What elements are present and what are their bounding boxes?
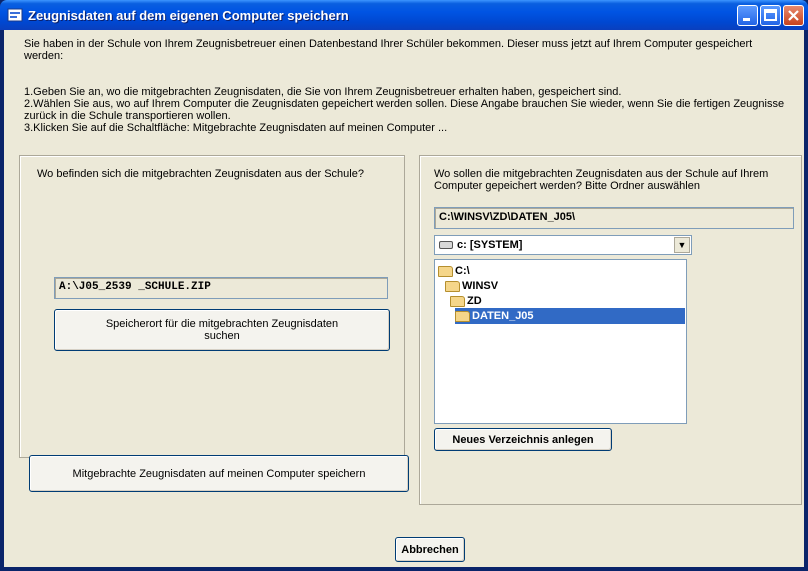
new-folder-label: Neues Verzeichnis anlegen: [452, 433, 594, 446]
folder-open-icon: [438, 265, 453, 277]
maximize-icon: [764, 9, 777, 21]
browse-source-button[interactable]: Speicherort für die mitgebrachten Zeugni…: [54, 309, 390, 351]
tree-item-label: C:\: [455, 265, 470, 277]
folder-open-icon: [450, 295, 465, 307]
new-folder-button[interactable]: Neues Verzeichnis anlegen: [434, 428, 612, 451]
title-bar[interactable]: Zeugnisdaten auf dem eigenen Computer sp…: [0, 0, 808, 30]
tree-item-zd[interactable]: ZD: [450, 293, 482, 309]
target-path-field[interactable]: C:\WINSV\ZD\DATEN_J05\: [434, 207, 794, 229]
step-3: 3.Klicken Sie auf die Schaltfläche: Mitg…: [24, 122, 448, 134]
tree-item-label: WINSV: [462, 280, 499, 292]
minimize-icon: [743, 18, 750, 21]
drive-icon: [439, 241, 453, 249]
tree-item-label: DATEN_J05: [472, 310, 534, 322]
drive-select[interactable]: c: [SYSTEM] ▼: [434, 235, 692, 255]
maximize-button[interactable]: [760, 5, 781, 26]
step-2: 2.Wählen Sie aus, wo auf Ihrem Computer …: [24, 98, 785, 122]
source-path-field[interactable]: A:\J05_2539 _SCHULE.ZIP: [54, 277, 388, 299]
folder-open-icon: [445, 280, 460, 292]
tree-item-label: ZD: [467, 295, 482, 307]
tree-item-winsv[interactable]: WINSV: [445, 278, 498, 294]
save-data-label: Mitgebrachte Zeugnisdaten auf meinen Com…: [72, 467, 366, 480]
tree-item-daten-j05[interactable]: DATEN_J05: [455, 308, 685, 324]
save-data-button[interactable]: Mitgebrachte Zeugnisdaten auf meinen Com…: [29, 455, 409, 492]
intro-paragraph: Sie haben in der Schule von Ihrem Zeugni…: [24, 38, 753, 62]
close-button[interactable]: [783, 5, 804, 26]
folder-open-icon: [455, 310, 470, 322]
target-question: Wo sollen die mitgebrachten Zeugnisdaten…: [434, 168, 769, 192]
chevron-down-icon[interactable]: ▼: [674, 237, 690, 253]
cancel-button[interactable]: Abbrechen: [395, 537, 465, 562]
step-1: 1.Geben Sie an, wo die mitgebrachten Zeu…: [24, 86, 622, 98]
app-icon: [7, 8, 23, 22]
window-title: Zeugnisdaten auf dem eigenen Computer sp…: [28, 8, 349, 23]
instruction-steps: 1.Geben Sie an, wo die mitgebrachten Zeu…: [24, 86, 799, 134]
drive-selected-value: c: [SYSTEM]: [457, 239, 523, 251]
tree-item-root[interactable]: C:\: [438, 263, 470, 279]
close-icon: [788, 10, 799, 21]
cancel-label: Abbrechen: [401, 543, 459, 556]
source-panel: [19, 155, 405, 458]
minimize-button[interactable]: [737, 5, 758, 26]
main-window: Zeugnisdaten auf dem eigenen Computer sp…: [0, 0, 808, 571]
browse-source-label: Speicherort für die mitgebrachten Zeugni…: [105, 318, 339, 342]
source-question: Wo befinden sich die mitgebrachten Zeugn…: [37, 168, 364, 180]
folder-tree[interactable]: C:\ WINSV ZD DATEN_J05: [434, 259, 687, 424]
intro-text: Sie haben in der Schule von Ihrem Zeugni…: [24, 38, 794, 74]
